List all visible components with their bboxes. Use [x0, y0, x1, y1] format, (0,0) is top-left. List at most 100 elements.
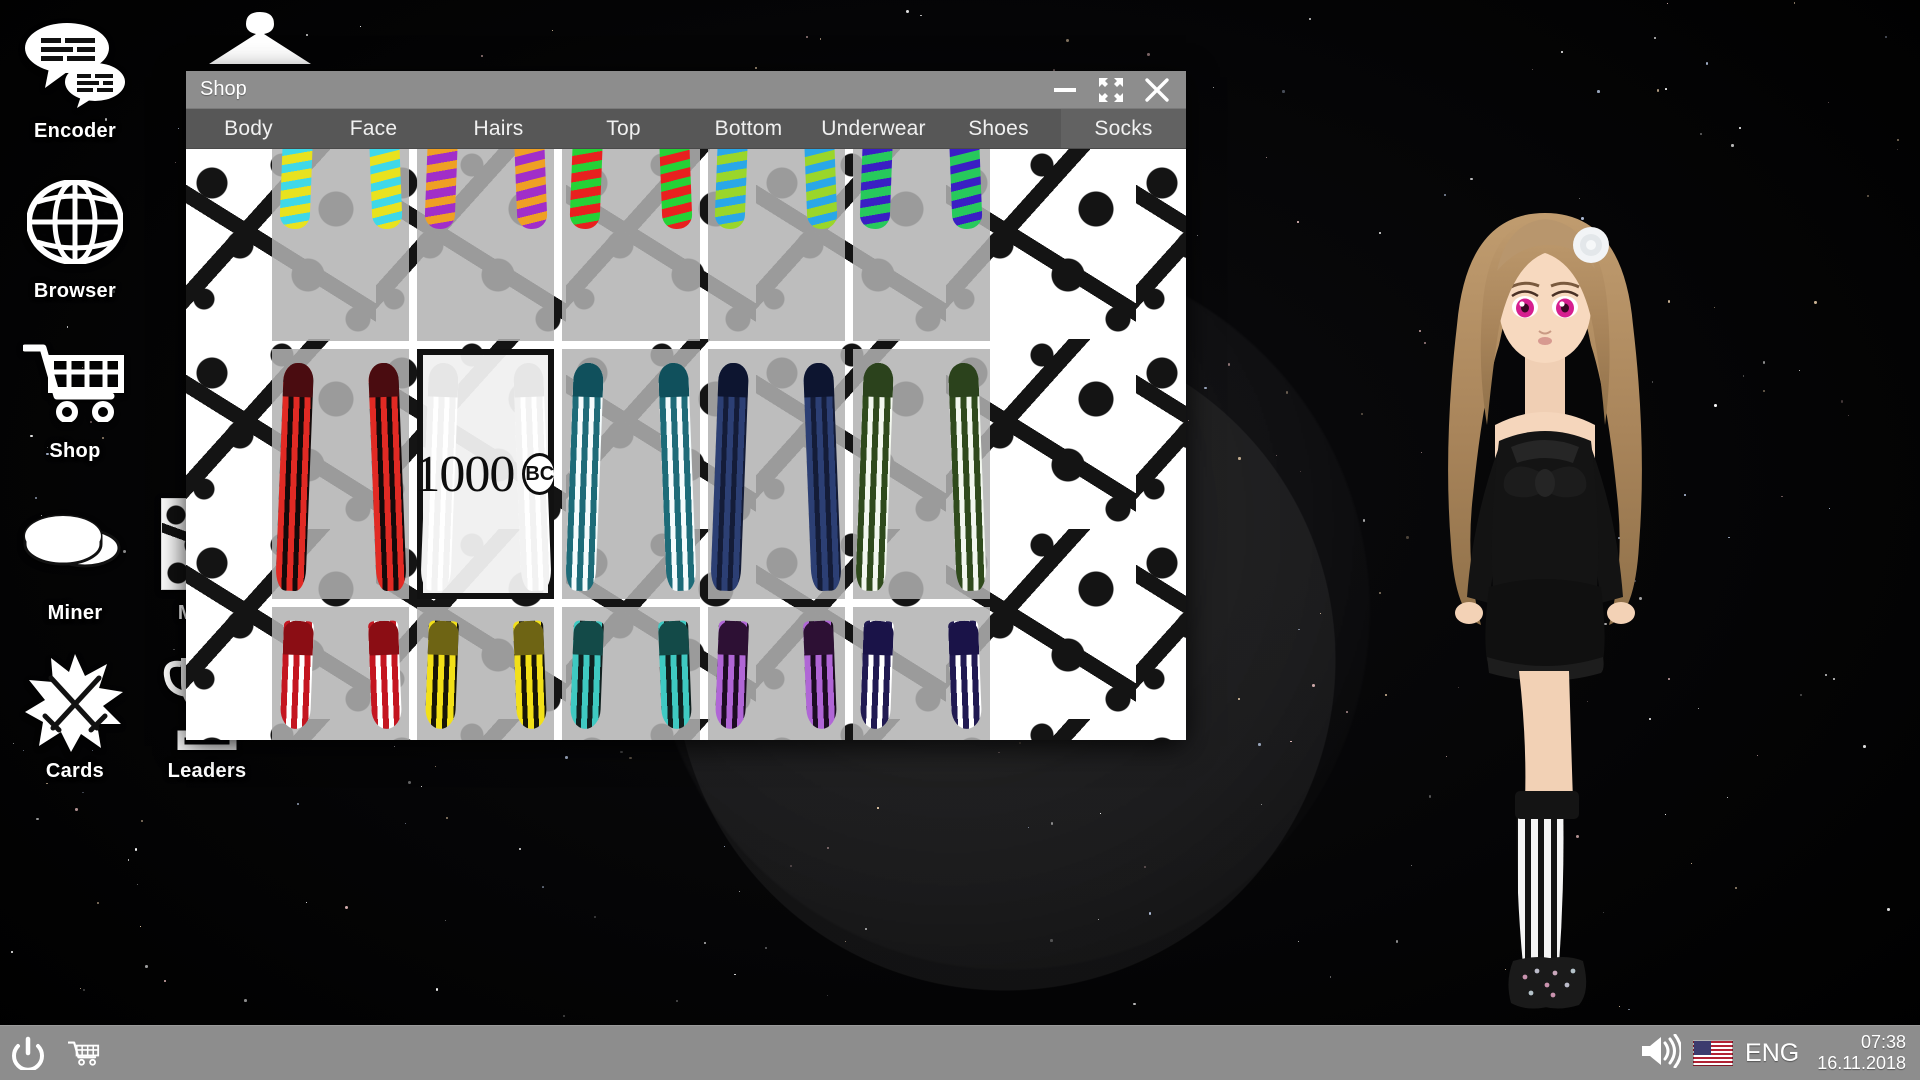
item-thumbnail: [569, 149, 693, 341]
item-thumbnail: [279, 607, 402, 740]
shop-item-striped-sock-yellow-cyan[interactable]: [272, 149, 410, 341]
item-thumbnail: [569, 607, 693, 740]
shop-item-striped-sock-green-violet[interactable]: [852, 149, 990, 341]
sock-cuff: [803, 620, 835, 656]
sock-preview: [569, 620, 604, 730]
item-thumbnail: [424, 607, 547, 740]
shop-item-stocking-red-white[interactable]: [272, 607, 410, 740]
window-titlebar[interactable]: Shop: [186, 71, 1186, 109]
desktop-icon-cards[interactable]: Cards: [0, 650, 150, 783]
item-thumbnail: [855, 349, 988, 599]
minimize-icon: [1054, 87, 1076, 92]
taskbar: ENG 07:38 16.11.2018: [0, 1025, 1920, 1080]
tab-shoes[interactable]: Shoes: [936, 109, 1061, 148]
tab-underwear[interactable]: Underwear: [811, 109, 936, 148]
sock-preview: [424, 149, 459, 230]
sock-preview: [420, 362, 459, 592]
shop-item-stocking-teal-white[interactable]: [562, 349, 700, 599]
sock-cuff: [572, 362, 604, 398]
tab-socks[interactable]: Socks: [1061, 109, 1186, 148]
item-thumbnail: [859, 149, 983, 341]
sock-cuff: [572, 620, 604, 656]
sock-preview: [803, 362, 842, 592]
sock-cuff: [282, 362, 314, 398]
tab-face[interactable]: Face: [311, 109, 436, 148]
sock-cuff: [512, 362, 545, 398]
clock[interactable]: 07:38 16.11.2018: [1811, 1032, 1906, 1074]
desktop-icon-browser[interactable]: Browser: [0, 170, 150, 303]
shop-item-striped-sock-purple-orange[interactable]: [417, 149, 555, 341]
shop-item-stocking-red-black[interactable]: [272, 349, 410, 599]
shopping-cart-icon: [0, 330, 150, 434]
desktop-icon-label: Cards: [45, 760, 105, 782]
sock-preview: [279, 620, 314, 730]
us-flag-icon[interactable]: [1693, 1040, 1734, 1066]
item-thumbnail: [860, 607, 983, 740]
sock-preview: [714, 149, 750, 230]
globe-icon: [0, 170, 150, 274]
volume-button[interactable]: [1639, 1033, 1683, 1073]
sock-cuff: [717, 620, 750, 656]
shop-item-stocking-purple-black[interactable]: [707, 607, 845, 740]
sock-preview: [657, 362, 697, 592]
tab-hairs[interactable]: Hairs: [436, 109, 561, 148]
desktop-icon-encoder[interactable]: Encoder: [0, 10, 150, 143]
sock-preview: [512, 149, 548, 230]
shop-item-stocking-navy-blue[interactable]: [707, 349, 845, 599]
item-thumbnail: [714, 149, 838, 341]
sock-preview: [715, 620, 750, 730]
sock-preview: [278, 149, 314, 230]
sock-preview: [512, 362, 552, 592]
desktop: Encoder Browser Shop Miner Cards Leaders…: [0, 0, 1920, 1080]
hair-flower-icon: [1573, 227, 1609, 263]
sock-preview: [855, 362, 895, 592]
shop-item-stocking-navy-white[interactable]: [852, 607, 990, 740]
sock-cuff: [863, 620, 895, 656]
desktop-icon-miner[interactable]: Miner: [0, 492, 150, 625]
volume-icon: [1642, 1033, 1683, 1068]
sock-preview: [569, 149, 604, 230]
desktop-icon-shop[interactable]: Shop: [0, 330, 150, 463]
desktop-icon-label: Shop: [49, 440, 101, 462]
item-thumbnail: [420, 349, 552, 599]
item-thumbnail: [424, 149, 548, 341]
maximize-icon: [1099, 77, 1123, 102]
shop-window[interactable]: Shop Body Face Hairs Top Bottom Underwea…: [186, 71, 1186, 740]
sock-cuff: [282, 620, 314, 656]
sock-cuff: [657, 620, 690, 656]
sock-preview: [512, 620, 547, 730]
desktop-icon-label: Leaders: [167, 760, 247, 782]
power-button[interactable]: [0, 1026, 56, 1080]
chat-bubbles-icon: [0, 10, 150, 114]
shop-item-striped-sock-red-green[interactable]: [562, 149, 700, 341]
sock-preview: [803, 149, 838, 230]
language-indicator[interactable]: ENG: [1745, 1039, 1799, 1068]
shop-tabbar: Body Face Hairs Top Bottom Underwear Sho…: [186, 109, 1186, 149]
desktop-icon-label: Encoder: [33, 120, 117, 142]
sock-preview: [367, 149, 403, 230]
shop-item-stocking-yellow-black[interactable]: [417, 607, 555, 740]
shop-item-scroll[interactable]: 1000 BC: [268, 149, 994, 740]
taskbar-app-shop[interactable]: [56, 1026, 112, 1080]
minimize-button[interactable]: [1042, 72, 1088, 108]
shop-item-stocking-darkgreen-white[interactable]: [852, 349, 990, 599]
item-thumbnail: [565, 349, 697, 599]
shop-item-striped-sock-green-blue[interactable]: [707, 149, 845, 341]
maximize-button[interactable]: [1088, 72, 1134, 108]
sock-preview: [710, 362, 750, 592]
shop-item-stocking-white[interactable]: 1000 BC: [417, 349, 555, 599]
coins-icon: [0, 492, 150, 596]
shop-item-stocking-teal-black[interactable]: [562, 607, 700, 740]
item-thumbnail: [274, 349, 407, 599]
system-tray: ENG 07:38 16.11.2018: [1639, 1032, 1920, 1074]
tab-body[interactable]: Body: [186, 109, 311, 148]
clock-date: 16.11.2018: [1817, 1053, 1906, 1073]
clock-time: 07:38: [1860, 1031, 1906, 1052]
tab-top[interactable]: Top: [561, 109, 686, 148]
tab-bottom[interactable]: Bottom: [686, 109, 811, 148]
sock-preview: [424, 620, 459, 730]
sock-cuff: [427, 620, 459, 656]
sock-preview: [565, 362, 604, 592]
close-button[interactable]: [1134, 72, 1180, 108]
sock-preview: [367, 362, 407, 592]
